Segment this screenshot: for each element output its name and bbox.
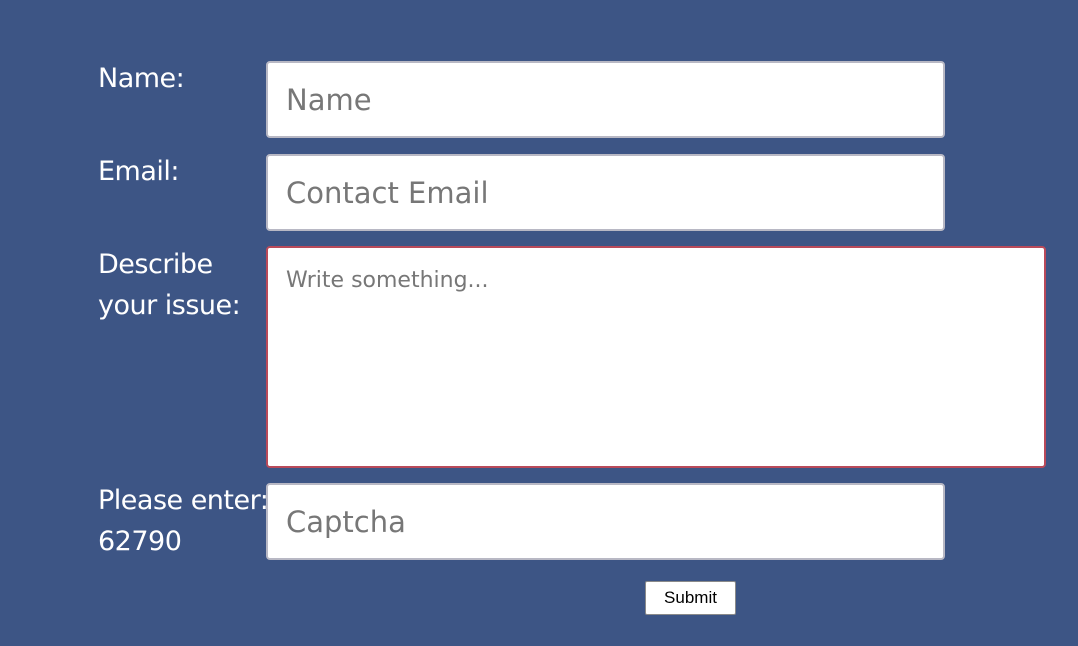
name-label: Name: — [98, 63, 185, 94]
submit-button[interactable]: Submit — [645, 581, 736, 615]
name-input[interactable] — [266, 61, 945, 138]
captcha-label: Please enter: 62790 — [98, 480, 269, 562]
issue-label: Describe your issue: — [98, 249, 241, 321]
captcha-code: 62790 — [98, 526, 182, 557]
issue-textarea[interactable] — [266, 246, 1046, 468]
email-input[interactable] — [266, 154, 945, 231]
captcha-input[interactable] — [266, 483, 945, 560]
email-label: Email: — [98, 156, 180, 187]
